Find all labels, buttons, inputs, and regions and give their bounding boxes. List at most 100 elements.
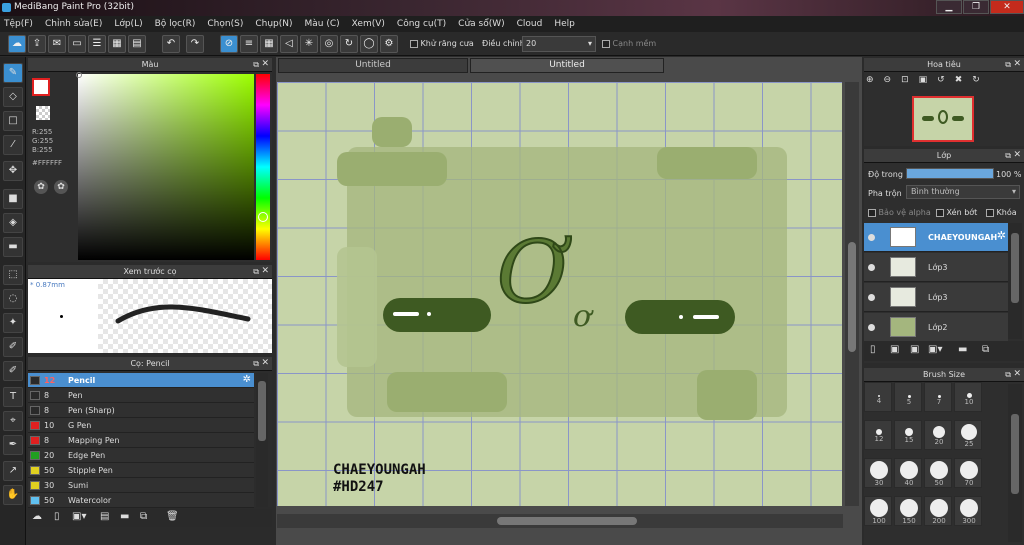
menu-filter[interactable]: Bộ lọc(R) bbox=[155, 19, 196, 29]
menu-layer[interactable]: Lớp(L) bbox=[114, 19, 142, 29]
brush-size-25[interactable]: 25 bbox=[954, 420, 982, 450]
close-icon[interactable]: ✕ bbox=[1013, 368, 1021, 381]
popout-icon[interactable]: ⧉ bbox=[1005, 368, 1011, 381]
palette-add-icon[interactable]: ✿ bbox=[54, 180, 68, 194]
brush-size-40[interactable]: 40 bbox=[894, 458, 922, 488]
brush-size-10[interactable]: 10 bbox=[954, 382, 982, 412]
horizontal-scroll-thumb[interactable] bbox=[497, 517, 637, 525]
brush-size-7[interactable]: 7 bbox=[924, 382, 952, 412]
menu-cloud[interactable]: Cloud bbox=[517, 19, 543, 29]
new-layer-icon[interactable]: ▯ bbox=[870, 344, 876, 355]
duplicate-icon[interactable]: ⧉ bbox=[140, 511, 147, 522]
brush-size-200[interactable]: 200 bbox=[924, 496, 952, 526]
brush-item-sumi[interactable]: 30 Sumi bbox=[28, 478, 254, 493]
brush-item-g-pen[interactable]: 10 G Pen bbox=[28, 418, 254, 433]
layer-scrollbar[interactable] bbox=[1008, 223, 1022, 339]
eye-icon[interactable] bbox=[868, 324, 875, 331]
brush-item-edge-pen[interactable]: 20 Edge Pen bbox=[28, 448, 254, 463]
rotate-right-icon[interactable]: ✖ bbox=[955, 75, 973, 85]
clipping-checkbox[interactable] bbox=[936, 208, 944, 217]
brush-size-300[interactable]: 300 bbox=[954, 496, 982, 526]
popout-icon[interactable]: ⧉ bbox=[1005, 58, 1011, 71]
popout-icon[interactable]: ⧉ bbox=[253, 265, 259, 278]
menu-file[interactable]: Tệp(F) bbox=[4, 19, 33, 29]
copy-brush-icon[interactable]: ▤ bbox=[100, 511, 109, 522]
brush-size-4[interactable]: 4 bbox=[864, 382, 892, 412]
gradient-tool-icon[interactable]: ▬ bbox=[3, 237, 23, 257]
brush-list-scrollbar[interactable] bbox=[256, 373, 268, 507]
select-tool-icon[interactable]: ⬚ bbox=[3, 265, 23, 285]
zoom-out-icon[interactable]: ⊖ bbox=[884, 75, 902, 85]
close-icon[interactable]: ✕ bbox=[261, 265, 269, 278]
curve-snap-icon[interactable]: ↻ bbox=[340, 35, 358, 53]
layer-row-lop3-b[interactable]: Lớp3 bbox=[864, 283, 1008, 312]
scroll-thumb[interactable] bbox=[258, 381, 266, 441]
saturation-value-picker[interactable] bbox=[78, 74, 254, 260]
page-icon[interactable]: ▭ bbox=[68, 35, 86, 53]
brush-size-15[interactable]: 15 bbox=[894, 420, 922, 450]
duplicate-layer-icon[interactable]: ⧉ bbox=[982, 344, 989, 355]
horizontal-scrollbar[interactable] bbox=[277, 514, 843, 528]
scroll-thumb[interactable] bbox=[1011, 233, 1019, 303]
lock-checkbox[interactable] bbox=[986, 208, 994, 217]
brush-item-stipple-pen[interactable]: 50 Stipple Pen bbox=[28, 463, 254, 478]
brush-size-5[interactable]: 5 bbox=[894, 382, 922, 412]
document-icon[interactable]: ☰ bbox=[88, 35, 106, 53]
radial-snap-icon[interactable]: ✳ bbox=[300, 35, 318, 53]
ellipse-snap-icon[interactable]: ◯ bbox=[360, 35, 378, 53]
menu-edit[interactable]: Chỉnh sửa(E) bbox=[45, 19, 102, 29]
tab-untitled-2[interactable]: Untitled bbox=[470, 58, 664, 73]
rotate-left-icon[interactable]: ↺ bbox=[937, 75, 955, 85]
eraser-tool-icon[interactable]: ◇ bbox=[3, 87, 23, 107]
new-8bit-layer-icon[interactable]: ▣ bbox=[910, 344, 919, 355]
brush-item-pencil[interactable]: 12 Pencil ✲ bbox=[28, 373, 254, 388]
eye-icon[interactable] bbox=[868, 294, 875, 301]
select-pen-icon[interactable]: ✐ bbox=[3, 337, 23, 357]
brush-size-scrollbar[interactable] bbox=[1008, 384, 1022, 542]
brush-size-50[interactable]: 50 bbox=[924, 458, 952, 488]
layer-row-lop2[interactable]: Lớp2 bbox=[864, 313, 1008, 342]
brush-item-pen-sharp[interactable]: 8 Pen (Sharp) bbox=[28, 403, 254, 418]
brush-size-150[interactable]: 150 bbox=[894, 496, 922, 526]
fit-icon[interactable]: ⊡ bbox=[901, 75, 919, 85]
magic-wand-icon[interactable]: ✦ bbox=[3, 313, 23, 333]
vanish-snap-icon[interactable]: ◁ bbox=[280, 35, 298, 53]
primary-color-swatch[interactable] bbox=[32, 78, 50, 96]
eye-icon[interactable] bbox=[868, 234, 875, 241]
restore-button[interactable]: ❐ bbox=[963, 0, 989, 14]
soft-edge-checkbox[interactable] bbox=[602, 39, 610, 48]
brush-item-mapping-pen[interactable]: 8 Mapping Pen bbox=[28, 433, 254, 448]
cloud-brush-icon[interactable]: ☁ bbox=[32, 511, 42, 522]
eyedropper-icon[interactable]: ✒ bbox=[3, 435, 23, 455]
comment-icon[interactable]: ✉ bbox=[48, 35, 66, 53]
menu-tools[interactable]: Công cụ(T) bbox=[397, 19, 446, 29]
brush-size-12[interactable]: 12 bbox=[864, 420, 892, 450]
layer-row-lop3-a[interactable]: Lớp3 bbox=[864, 253, 1008, 282]
tab-untitled-1[interactable]: Untitled bbox=[278, 58, 468, 73]
close-icon[interactable]: ✕ bbox=[261, 357, 269, 370]
brush-size-30[interactable]: 30 bbox=[864, 458, 892, 488]
brush-size-70[interactable]: 70 bbox=[954, 458, 982, 488]
palette-icon[interactable]: ✿ bbox=[34, 180, 48, 194]
new-halftone-layer-icon[interactable]: ▣ bbox=[890, 344, 899, 355]
popout-icon[interactable]: ⧉ bbox=[253, 357, 259, 370]
close-icon[interactable]: ✕ bbox=[1013, 58, 1021, 71]
brush-size-100[interactable]: 100 bbox=[864, 496, 892, 526]
settings-gear-icon[interactable]: ⚙ bbox=[380, 35, 398, 53]
minimize-button[interactable]: ▁ bbox=[936, 0, 962, 14]
folder-icon[interactable]: ▬ bbox=[120, 511, 129, 522]
protect-alpha-checkbox[interactable] bbox=[868, 208, 876, 217]
fill-rect-icon[interactable]: ■ bbox=[3, 189, 23, 209]
menu-snap[interactable]: Chụp(N) bbox=[255, 19, 292, 29]
redo-icon[interactable]: ↷ bbox=[186, 35, 204, 53]
brush-item-pen[interactable]: 8 Pen bbox=[28, 388, 254, 403]
gear-icon[interactable]: ✲ bbox=[997, 229, 1006, 242]
menu-window[interactable]: Cửa sổ(W) bbox=[458, 19, 504, 29]
trash-icon[interactable]: 🗑 bbox=[166, 511, 179, 522]
folder-icon[interactable]: ▬ bbox=[958, 344, 967, 355]
vertical-scrollbar[interactable] bbox=[845, 82, 859, 506]
hue-slider-handle[interactable] bbox=[258, 212, 268, 222]
grid-doc-icon[interactable]: ▦ bbox=[108, 35, 126, 53]
undo-icon[interactable]: ↶ bbox=[162, 35, 180, 53]
move-tool-icon[interactable]: ✥ bbox=[3, 161, 23, 181]
